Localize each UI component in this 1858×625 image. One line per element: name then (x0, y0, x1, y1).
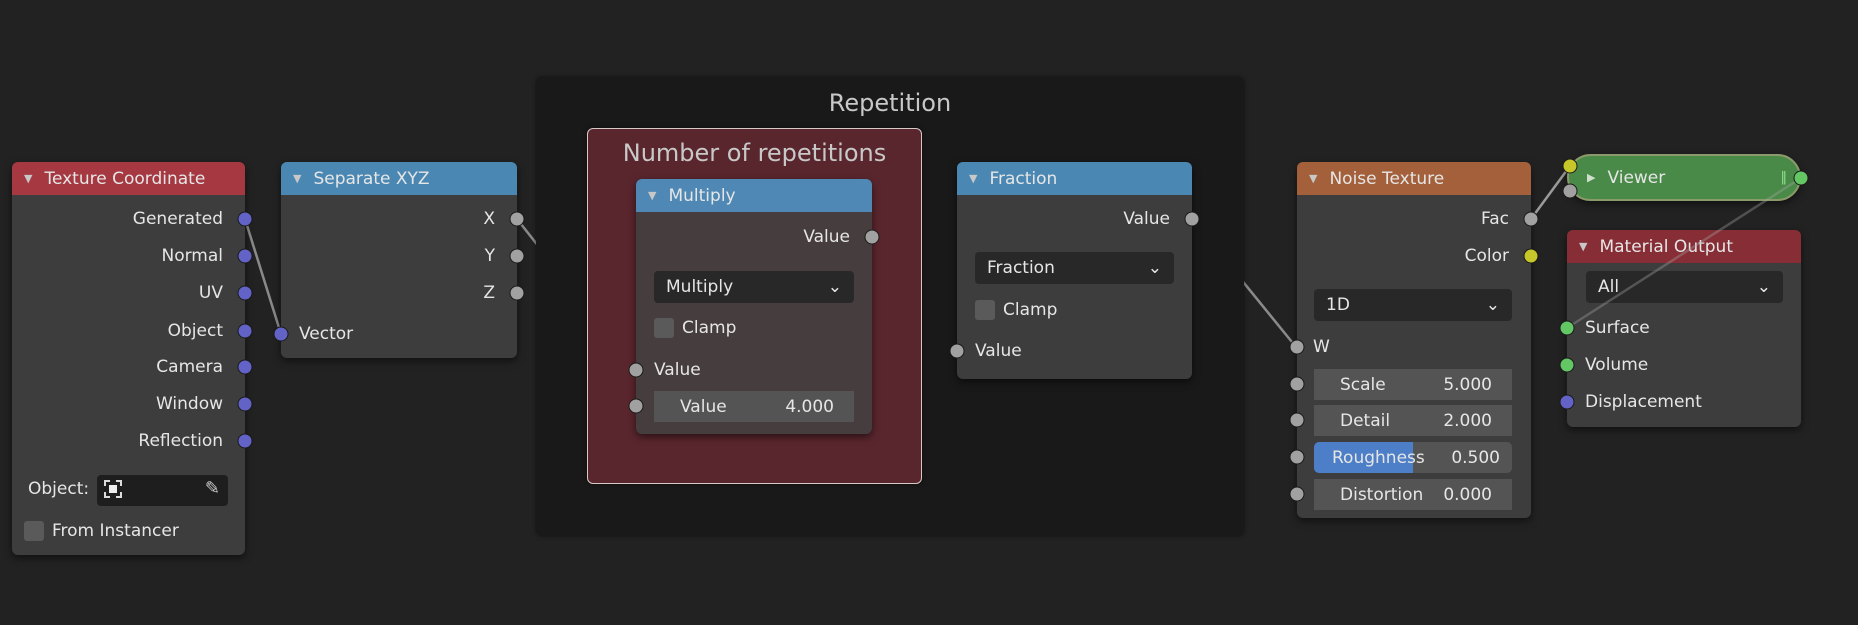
socket-z[interactable] (509, 285, 525, 301)
socket-y[interactable] (509, 248, 525, 264)
socket-normal[interactable] (237, 248, 253, 264)
socket-uv[interactable] (237, 285, 253, 301)
socket-color[interactable] (1523, 248, 1539, 264)
socket-multiply-in2[interactable] (628, 398, 644, 414)
socket-roughness[interactable] (1289, 449, 1305, 465)
socket-fac[interactable] (1523, 211, 1539, 227)
socket-volume[interactable] (1559, 357, 1575, 373)
node-links-over (1566, 176, 1802, 330)
socket-fraction-out[interactable] (1184, 211, 1200, 227)
socket-multiply-in1[interactable] (628, 362, 644, 378)
socket-detail[interactable] (1289, 412, 1305, 428)
socket-viewer-out[interactable] (1793, 170, 1809, 186)
socket-displacement[interactable] (1559, 394, 1575, 410)
socket-fraction-in[interactable] (949, 343, 965, 359)
socket-multiply-out[interactable] (864, 229, 880, 245)
socket-surface[interactable] (1559, 320, 1575, 336)
socket-object[interactable] (237, 323, 253, 339)
socket-vector[interactable] (273, 326, 289, 342)
socket-viewer-value[interactable] (1562, 183, 1578, 199)
socket-camera[interactable] (237, 359, 253, 375)
socket-window[interactable] (237, 396, 253, 412)
socket-distortion[interactable] (1289, 486, 1305, 502)
socket-x[interactable] (509, 211, 525, 227)
socket-viewer-color[interactable] (1562, 158, 1578, 174)
socket-scale[interactable] (1289, 376, 1305, 392)
link-viewer-surface (1566, 176, 1802, 330)
socket-generated[interactable] (237, 211, 253, 227)
socket-w[interactable] (1289, 339, 1305, 355)
socket-reflection[interactable] (237, 433, 253, 449)
